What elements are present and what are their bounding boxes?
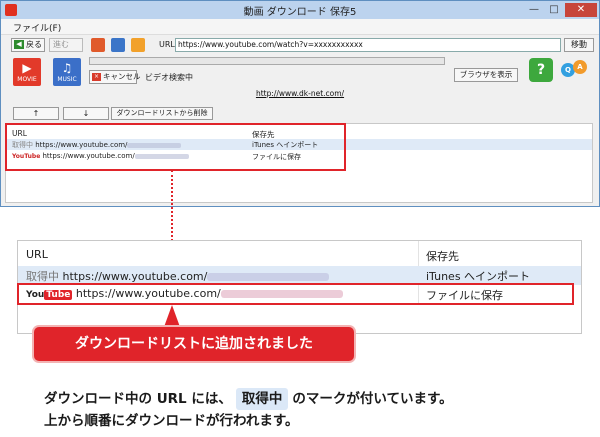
app-window: 動画 ダウンロード 保存5 — □ ✕ ファイル(F) ◀ 戻る 進む URL h… bbox=[0, 0, 600, 207]
url-label: URL bbox=[159, 40, 175, 49]
window-title: 動画 ダウンロード 保存5 bbox=[243, 7, 357, 18]
new-item-highlight-frame bbox=[17, 283, 574, 305]
minimize-button[interactable]: — bbox=[525, 3, 543, 17]
maximize-button[interactable]: □ bbox=[545, 3, 563, 17]
zoomed-row-destination: iTunes へインポート bbox=[426, 270, 531, 283]
zoomed-list-header: URL 保存先 bbox=[18, 241, 581, 267]
back-arrow-icon: ◀ bbox=[14, 40, 24, 49]
show-browser-button[interactable]: ブラウザを表示 bbox=[454, 68, 518, 82]
site-link[interactable]: http://www.dk-net.com/ bbox=[1, 89, 599, 98]
explanation-text: ダウンロード中の URL には、 取得中 のマークが付いています。 上から順番にダウ… bbox=[44, 388, 594, 432]
explanation-suffix: のマークが付いています。 bbox=[292, 391, 453, 407]
forward-button[interactable]: 進む bbox=[49, 38, 83, 52]
home-icon[interactable] bbox=[131, 38, 145, 52]
added-callout: ダウンロードリストに追加されました bbox=[34, 327, 354, 361]
qa-a-badge: A bbox=[573, 60, 587, 74]
list-highlight-frame bbox=[5, 123, 346, 171]
explanation-line-2: 上から順番にダウンロードが行われます。 bbox=[44, 413, 299, 429]
title-bar: 動画 ダウンロード 保存5 — □ ✕ bbox=[1, 1, 599, 19]
progress-bar bbox=[89, 57, 445, 65]
qa-icon[interactable]: Q A bbox=[561, 60, 589, 80]
navigation-bar: ◀ 戻る 進む URL https://www.youtube.com/watch… bbox=[1, 35, 599, 55]
movie-label: MOVIE bbox=[17, 76, 37, 83]
back-button-label: 戻る bbox=[26, 40, 42, 49]
status-text: ビデオ検索中 bbox=[145, 73, 193, 82]
tutorial-screenshot: 動画 ダウンロード 保存5 — □ ✕ ファイル(F) ◀ 戻る 進む URL h… bbox=[0, 0, 600, 437]
menu-file[interactable]: ファイル(F) bbox=[13, 21, 61, 34]
go-button[interactable]: 移動 bbox=[564, 38, 594, 52]
cancel-label: キャンセル bbox=[103, 72, 141, 81]
blurred-video-id bbox=[207, 273, 330, 281]
fetching-marker: 取得中 bbox=[26, 270, 59, 283]
explanation-prefix: ダウンロード中の URL には、 bbox=[44, 391, 232, 407]
close-button[interactable]: ✕ bbox=[565, 3, 597, 17]
movie-icon: ▶ bbox=[22, 61, 32, 75]
fetching-badge: 取得中 bbox=[235, 388, 289, 410]
stop-icon[interactable] bbox=[91, 38, 105, 52]
remove-from-list-button[interactable]: ダウンロードリストから削除 bbox=[111, 107, 213, 120]
music-icon: ♫ bbox=[61, 61, 73, 75]
move-down-button[interactable]: ↓ bbox=[63, 107, 109, 120]
reload-icon[interactable] bbox=[111, 38, 125, 52]
zoomed-column-destination: 保存先 bbox=[426, 250, 459, 263]
cancel-icon: × bbox=[92, 73, 101, 81]
move-up-button[interactable]: ↑ bbox=[13, 107, 59, 120]
zoomed-row-url-text: https://www.youtube.com/ bbox=[62, 270, 208, 283]
zoomed-column-url: URL bbox=[26, 248, 48, 261]
dotted-connector bbox=[171, 170, 173, 241]
callout-pointer bbox=[164, 305, 180, 327]
explanation-line-1: ダウンロード中の URL には、 取得中 のマークが付いています。 bbox=[44, 388, 594, 410]
url-input[interactable]: https://www.youtube.com/watch?v=xxxxxxxx… bbox=[175, 38, 561, 52]
music-label: MUSIC bbox=[57, 76, 77, 83]
help-icon[interactable]: ? bbox=[529, 58, 553, 82]
movie-button[interactable]: ▶ MOVIE bbox=[13, 58, 41, 86]
back-button[interactable]: ◀ 戻る bbox=[11, 38, 45, 52]
menu-bar: ファイル(F) bbox=[1, 19, 599, 35]
cancel-button[interactable]: × キャンセル bbox=[89, 70, 141, 84]
music-button[interactable]: ♫ MUSIC bbox=[53, 58, 81, 86]
zoomed-row-url: 取得中 https://www.youtube.com/ bbox=[26, 268, 330, 284]
toolbar: ▶ MOVIE ♫ MUSIC × キャンセル ビデオ検索中 ブラウザを表示 ? … bbox=[1, 55, 599, 89]
